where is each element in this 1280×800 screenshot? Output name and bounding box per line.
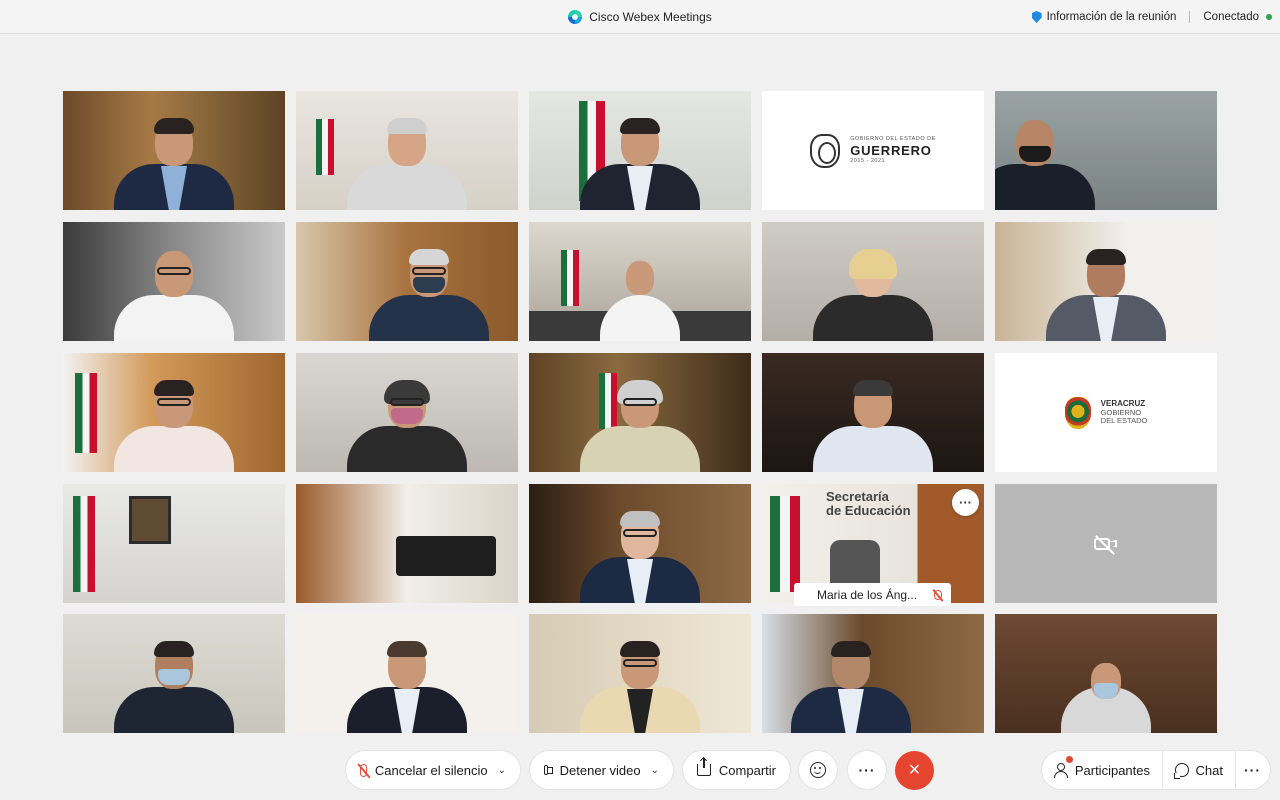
video-tile[interactable] [296,222,518,341]
close-icon: × [908,759,921,781]
webex-logo-icon [568,10,583,24]
meeting-info-button[interactable]: Información de la reunión [1031,11,1177,23]
share-icon [697,758,711,776]
video-tile[interactable] [63,614,285,733]
video-tile[interactable] [63,353,285,472]
share-button[interactable]: Compartir [683,751,790,789]
stop-video-button[interactable]: Detener video ⌄ [530,751,673,789]
office-furniture [396,536,496,576]
more-options-button[interactable]: ··· [848,751,886,789]
guerrero-logo-tile[interactable]: GOBIERNO DEL ESTADO DE GUERRERO 2015 - 2… [762,91,984,210]
guerrero-name: GUERRERO [850,143,932,158]
video-tile[interactable] [529,614,751,733]
reactions-button[interactable] [799,751,837,789]
chevron-down-icon[interactable]: ⌄ [651,765,659,776]
title-bar: Cisco Webex Meetings Información de la r… [0,0,1280,34]
video-tile[interactable] [529,484,751,603]
participant-video [1046,249,1166,341]
connection-status: Conectado [1203,11,1259,23]
participant-video [1061,663,1151,733]
video-tile[interactable] [995,614,1217,733]
shield-icon [1031,11,1042,23]
participant-video [790,641,911,733]
notification-dot [1066,756,1073,763]
participant-video [369,249,490,341]
participants-button[interactable]: Participantes [1042,751,1162,789]
participant-video [580,118,700,210]
chat-button[interactable]: Chat [1163,751,1235,789]
video-off-icon [1094,534,1118,555]
video-grid: GOBIERNO DEL ESTADO DE GUERRERO 2015 - 2… [63,91,1217,733]
more-dots-icon: ··· [1244,762,1261,778]
background-sign: Secretaría de Educación [826,489,911,519]
share-label: Compartir [718,762,776,778]
participant-video [580,380,700,472]
video-tile[interactable] [995,222,1217,341]
muted-mic-icon [934,589,942,600]
tile-more-button[interactable]: ··· [952,489,979,516]
participant-video [347,118,467,210]
video-tile[interactable] [296,353,518,472]
chat-icon [1174,763,1189,779]
video-tile[interactable] [762,222,984,341]
participant-video [813,380,933,472]
video-tile[interactable] [296,91,518,210]
leave-meeting-button[interactable]: × [895,751,934,790]
participant-video [347,380,467,472]
participants-label: Participantes [1074,762,1150,778]
veracruz-logo-tile[interactable]: VERACRUZ GOBIERNO DEL ESTADO [995,353,1217,472]
guerrero-top-text: GOBIERNO DEL ESTADO DE [850,135,936,142]
veracruz-line3: DEL ESTADO [1100,415,1148,425]
video-tile[interactable] [296,614,518,733]
participant-video [114,118,234,210]
video-camera-icon [544,765,552,775]
chevron-down-icon[interactable]: ⌄ [498,765,506,776]
unmute-button[interactable]: Cancelar el silencio ⌄ [346,751,520,789]
active-speaker-name-label: Maria de los Áng... [794,583,951,606]
right-controls-group: Participantes Chat ··· [1042,751,1270,789]
participant-video [580,511,700,603]
participant-video [995,120,1095,210]
participant-video [595,261,685,341]
video-tile[interactable] [529,222,751,341]
video-tile[interactable] [995,91,1217,210]
mic-muted-icon [360,763,367,777]
title-bar-right: Información de la reunión Conectado [1031,0,1280,34]
guerrero-seal-icon [810,133,841,168]
camera-off-tile[interactable] [995,484,1217,603]
participant-video [813,249,933,341]
panel-more-button[interactable]: ··· [1236,751,1270,789]
video-tile[interactable] [762,353,984,472]
stop-video-label: Detener video [559,762,641,778]
more-dots-icon: ··· [858,762,876,778]
video-tile[interactable] [529,91,751,210]
video-tile[interactable] [762,614,984,733]
participant-video [114,380,234,472]
emoji-icon [810,762,826,778]
unmute-label: Cancelar el silencio [374,762,488,778]
guerrero-years: 2015 - 2021 [850,158,886,164]
meeting-info-label: Información de la reunión [1046,11,1177,23]
participant-video [347,641,467,733]
chat-label: Chat [1195,762,1223,778]
veracruz-seal-icon [1064,396,1091,429]
title-separator [1189,11,1191,23]
app-title-text: Cisco Webex Meetings [589,10,712,24]
participant-video [580,641,700,733]
video-tile[interactable] [529,353,751,472]
participant-video [114,251,234,341]
wall-picture [129,496,171,544]
video-tile[interactable] [63,484,285,603]
video-tile[interactable] [63,222,285,341]
active-speaker-name: Maria de los Áng... [817,587,918,602]
participant-video [114,641,234,733]
control-bar: Cancelar el silencio ⌄ Detener video ⌄ C… [0,741,1280,800]
video-tile[interactable] [63,91,285,210]
video-tile[interactable] [296,484,518,603]
participants-icon [1054,763,1068,778]
connection-dot-icon [1266,14,1272,20]
